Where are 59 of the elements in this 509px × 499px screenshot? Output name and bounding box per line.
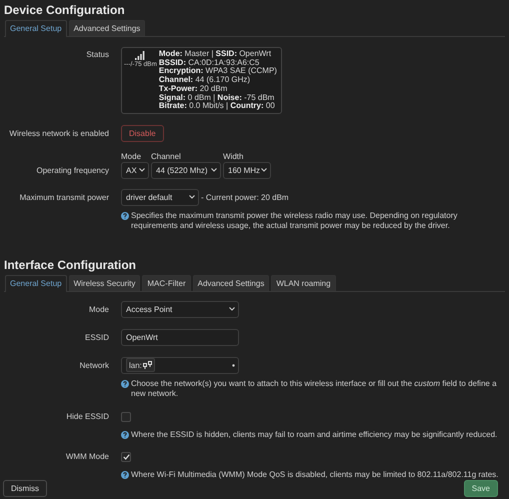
chevron-down-icon [139,168,145,172]
tab[interactable]: WLAN roaming [271,274,336,291]
frequency-select[interactable]: 160 MHz [223,162,271,179]
check-icon [122,454,130,460]
mode-select[interactable]: Access Point [121,300,239,318]
section-title: Interface Configuration [4,258,138,272]
chevron-down-icon [189,195,195,200]
tab[interactable]: Wireless Security [68,274,140,291]
network-tag: lan: [126,358,155,372]
help-icon [121,430,129,439]
tab[interactable]: Advanced Settings [68,20,146,36]
current-power-text: - Current power: 20 dBm [201,192,289,202]
section-title: Device Configuration [4,3,126,17]
frequency-select[interactable]: 44 (5220 Mhz) [151,162,221,179]
status-line: Channel: 44 (6.170 GHz) [158,76,252,85]
tab[interactable]: General Setup [5,274,67,292]
disable-button[interactable]: Disable [121,124,164,142]
help-icon [121,380,129,388]
network-icon [142,361,152,370]
tab[interactable]: General Setup [5,20,67,37]
status-line: BSSID: CA:0D:1A:93:A6:C5 [158,58,260,67]
field-label: WMM Mode [64,452,109,462]
dismiss-button[interactable]: Dismiss [3,480,47,497]
field-label: Wireless network is enabled [8,128,109,138]
help-text: Where Wi-Fi Multimedia (WMM) Mode QoS is disabled, clients may be limited to 802.11a/802.11g rates. [131,470,498,480]
status-line: Mode: Master | SSID: OpenWrt [158,50,272,59]
select-caption: Channel [151,152,182,161]
essid-field[interactable]: OpenWrt [121,328,239,346]
status-line: Tx-Power: 20 dBm [158,84,228,94]
help-text: Specifies the maximum transmit power the wireless radio may use. Depending on regulatory requirements and wireless usage, the actual transmit power may be reduced by the driver. [131,210,458,231]
power-select[interactable]: driver default [121,188,199,206]
tab[interactable]: Advanced Settings [192,274,270,291]
field-label: Network [78,360,109,370]
field-label: Status [85,49,109,59]
dropdown-dot-icon [232,364,235,367]
status-line: Signal: 0 dBm | Noise: -75 dBm [158,94,276,102]
help-text: Choose the network(s) you want to attach to this wireless interface or fill out the custom field to define a new network. [131,378,498,399]
save-button[interactable]: Save [464,480,498,497]
help-text: Where the ESSID is hidden, clients may fail to roam and airtime efficiency may be significantly reduced. [131,430,498,440]
field-label: Mode [88,304,109,314]
field-label: ESSID [84,332,109,342]
field-label: Maximum transmit power [18,192,109,202]
checkbox[interactable] [121,452,131,462]
help-icon [121,470,129,479]
chevron-down-icon [261,168,267,172]
status-line: Bitrate: 0.0 Mbit/s | Country: 00 [158,102,276,111]
chevron-down-icon [229,307,235,312]
network-select[interactable]: lan: [121,356,239,374]
frequency-select[interactable]: AX [121,162,149,179]
checkbox[interactable] [121,412,131,422]
select-caption: Width [223,152,244,161]
help-icon [121,212,129,220]
signal-icon [135,51,146,60]
status-line: Encryption: WPA3 SAE (CCMP) [158,67,277,76]
field-label: Operating frequency [36,166,109,177]
chevron-down-icon [211,168,217,172]
select-caption: Mode [121,152,142,161]
tab[interactable]: MAC-Filter [142,274,191,291]
field-label: Hide ESSID [65,412,109,422]
